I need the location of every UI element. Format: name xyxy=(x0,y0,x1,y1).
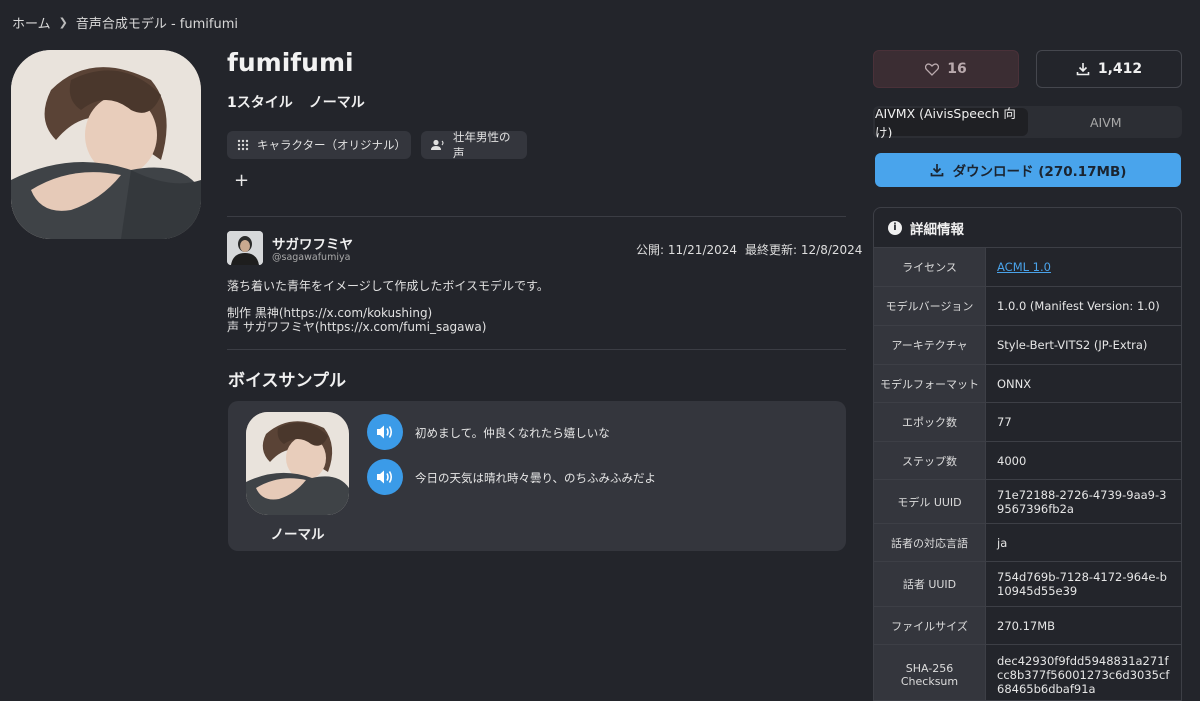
detail-row: モデル UUID 71e72188-2726-4739-9aa9-3956739… xyxy=(874,480,1181,524)
speaking-person-icon xyxy=(431,139,444,150)
format-option-aivmx[interactable]: AIVMX (AivisSpeech 向け) xyxy=(875,106,1028,138)
detail-row: モデルフォーマット ONNX xyxy=(874,365,1181,403)
description-line: 制作 黒神(https://x.com/kokushing) xyxy=(227,306,433,320)
detail-row: 話者の対応言語 ja xyxy=(874,524,1181,562)
detail-value: dec42930f9fdd5948831a271fcc8b377f5600127… xyxy=(997,654,1170,696)
detail-key: モデルバージョン xyxy=(874,287,986,325)
download-count: 1,412 xyxy=(1097,61,1143,77)
updated-date: 最終更新: 12/8/2024 xyxy=(745,243,863,257)
grid-icon xyxy=(237,139,249,151)
author-handle: @sagawafumiya xyxy=(272,252,351,263)
details-header: i 詳細情報 xyxy=(874,208,1181,248)
detail-key: 話者 UUID xyxy=(874,562,986,606)
add-tag-button[interactable]: + xyxy=(234,172,249,190)
detail-key: モデルフォーマット xyxy=(874,365,986,402)
sample-text: 今日の天気は晴れ時々曇り、のちふみふみだよ xyxy=(415,471,657,485)
play-sample-button[interactable] xyxy=(367,459,403,495)
detail-value: 4000 xyxy=(997,453,1027,468)
divider xyxy=(227,216,846,217)
detail-value: 754d769b-7128-4172-964e-b10945d55e39 xyxy=(997,570,1167,598)
download-label: ダウンロード (270.17MB) xyxy=(952,164,1127,180)
detail-row: ファイルサイズ 270.17MB xyxy=(874,607,1181,645)
model-description: 落ち着いた青年をイメージして作成したボイスモデルです。 制作 黒神(https:… xyxy=(227,279,549,334)
published-date: 公開: 11/21/2024 xyxy=(636,243,738,257)
detail-row: ステップ数 4000 xyxy=(874,442,1181,480)
info-icon: i xyxy=(888,220,902,235)
description-line: 声 サガワフミヤ(https://x.com/fumi_sagawa) xyxy=(227,320,487,334)
speaker-icon xyxy=(377,470,393,484)
detail-value: Style-Bert-VITS2 (JP-Extra) xyxy=(997,338,1148,352)
detail-value: 77 xyxy=(997,415,1012,429)
detail-row: アーキテクチャ Style-Bert-VITS2 (JP-Extra) xyxy=(874,326,1181,365)
play-sample-button[interactable] xyxy=(367,414,403,450)
style-icon-image xyxy=(246,412,349,515)
style-count: 1スタイル xyxy=(227,95,293,111)
description-line: 落ち着いた青年をイメージして作成したボイスモデルです。 xyxy=(227,279,549,293)
detail-key: エポック数 xyxy=(874,403,986,441)
detail-row: モデルバージョン 1.0.0 (Manifest Version: 1.0) xyxy=(874,287,1181,326)
breadcrumb: ホーム ❯ 音声合成モデル - fumifumi xyxy=(12,13,238,32)
details-panel: i 詳細情報 ライセンス ACML 1.0 モデルバージョン 1.0.0 (Ma… xyxy=(873,207,1182,701)
chevron-right-icon: ❯ xyxy=(58,16,68,29)
breadcrumb-current: 音声合成モデル - fumifumi xyxy=(75,17,238,32)
detail-value: ja xyxy=(997,535,1008,550)
tag-character[interactable]: キャラクター（オリジナル） xyxy=(227,131,411,159)
publish-dates: 公開: 11/21/2024 最終更新: 12/8/2024 xyxy=(636,241,862,258)
detail-key: ライセンス xyxy=(874,248,986,286)
like-count: 16 xyxy=(947,61,967,77)
download-icon xyxy=(1076,63,1090,76)
model-title: fumifumi xyxy=(227,48,354,77)
format-option-aivm[interactable]: AIVM xyxy=(1030,106,1183,138)
detail-key: アーキテクチャ xyxy=(874,326,986,364)
voice-sample-heading: ボイスサンプル xyxy=(228,371,346,391)
sample-style-name: ノーマル xyxy=(270,527,325,543)
detail-row: 話者 UUID 754d769b-7128-4172-964e-b10945d5… xyxy=(874,562,1181,607)
style-summary: 1スタイル ノーマル xyxy=(227,92,365,112)
detail-value: 270.17MB xyxy=(997,618,1056,633)
model-icon-image xyxy=(11,50,201,239)
detail-key: ファイルサイズ xyxy=(874,607,986,644)
tag-voice[interactable]: 壮年男性の声 xyxy=(421,130,527,160)
breadcrumb-home-link[interactable]: ホーム xyxy=(12,13,51,32)
detail-row: SHA-256 Checksum dec42930f9fdd5948831a27… xyxy=(874,645,1181,700)
detail-row: エポック数 77 xyxy=(874,403,1181,442)
divider xyxy=(227,349,846,350)
detail-value: ONNX xyxy=(997,376,1032,391)
download-icon xyxy=(930,164,943,177)
details-title: 詳細情報 xyxy=(910,221,964,238)
detail-value: 71e72188-2726-4739-9aa9-39567396fb2a xyxy=(997,487,1167,516)
detail-key: 話者の対応言語 xyxy=(874,524,986,561)
author-avatar[interactable] xyxy=(227,231,263,265)
heart-icon xyxy=(925,62,940,76)
tag-voice-label: 壮年男性の声 xyxy=(453,130,511,160)
author-name[interactable]: サガワフミヤ xyxy=(272,233,353,253)
tag-character-label: キャラクター（オリジナル） xyxy=(257,138,407,152)
detail-row: ライセンス ACML 1.0 xyxy=(874,248,1181,287)
detail-key: モデル UUID xyxy=(874,480,986,523)
sample-text: 初めまして。仲良くなれたら嬉しいな xyxy=(415,426,610,440)
format-toggle: AIVMX (AivisSpeech 向け) AIVM xyxy=(873,106,1182,138)
detail-value: 1.0.0 (Manifest Version: 1.0) xyxy=(997,299,1160,313)
license-link[interactable]: ACML 1.0 xyxy=(986,248,1181,286)
like-button[interactable]: 16 xyxy=(873,50,1019,88)
speaker-icon xyxy=(377,425,393,439)
detail-key: ステップ数 xyxy=(874,442,986,479)
detail-key: SHA-256 Checksum xyxy=(874,645,986,700)
style-name: ノーマル xyxy=(308,95,365,111)
download-button[interactable]: ダウンロード (270.17MB) xyxy=(875,153,1181,187)
download-count-button[interactable]: 1,412 xyxy=(1036,50,1182,88)
